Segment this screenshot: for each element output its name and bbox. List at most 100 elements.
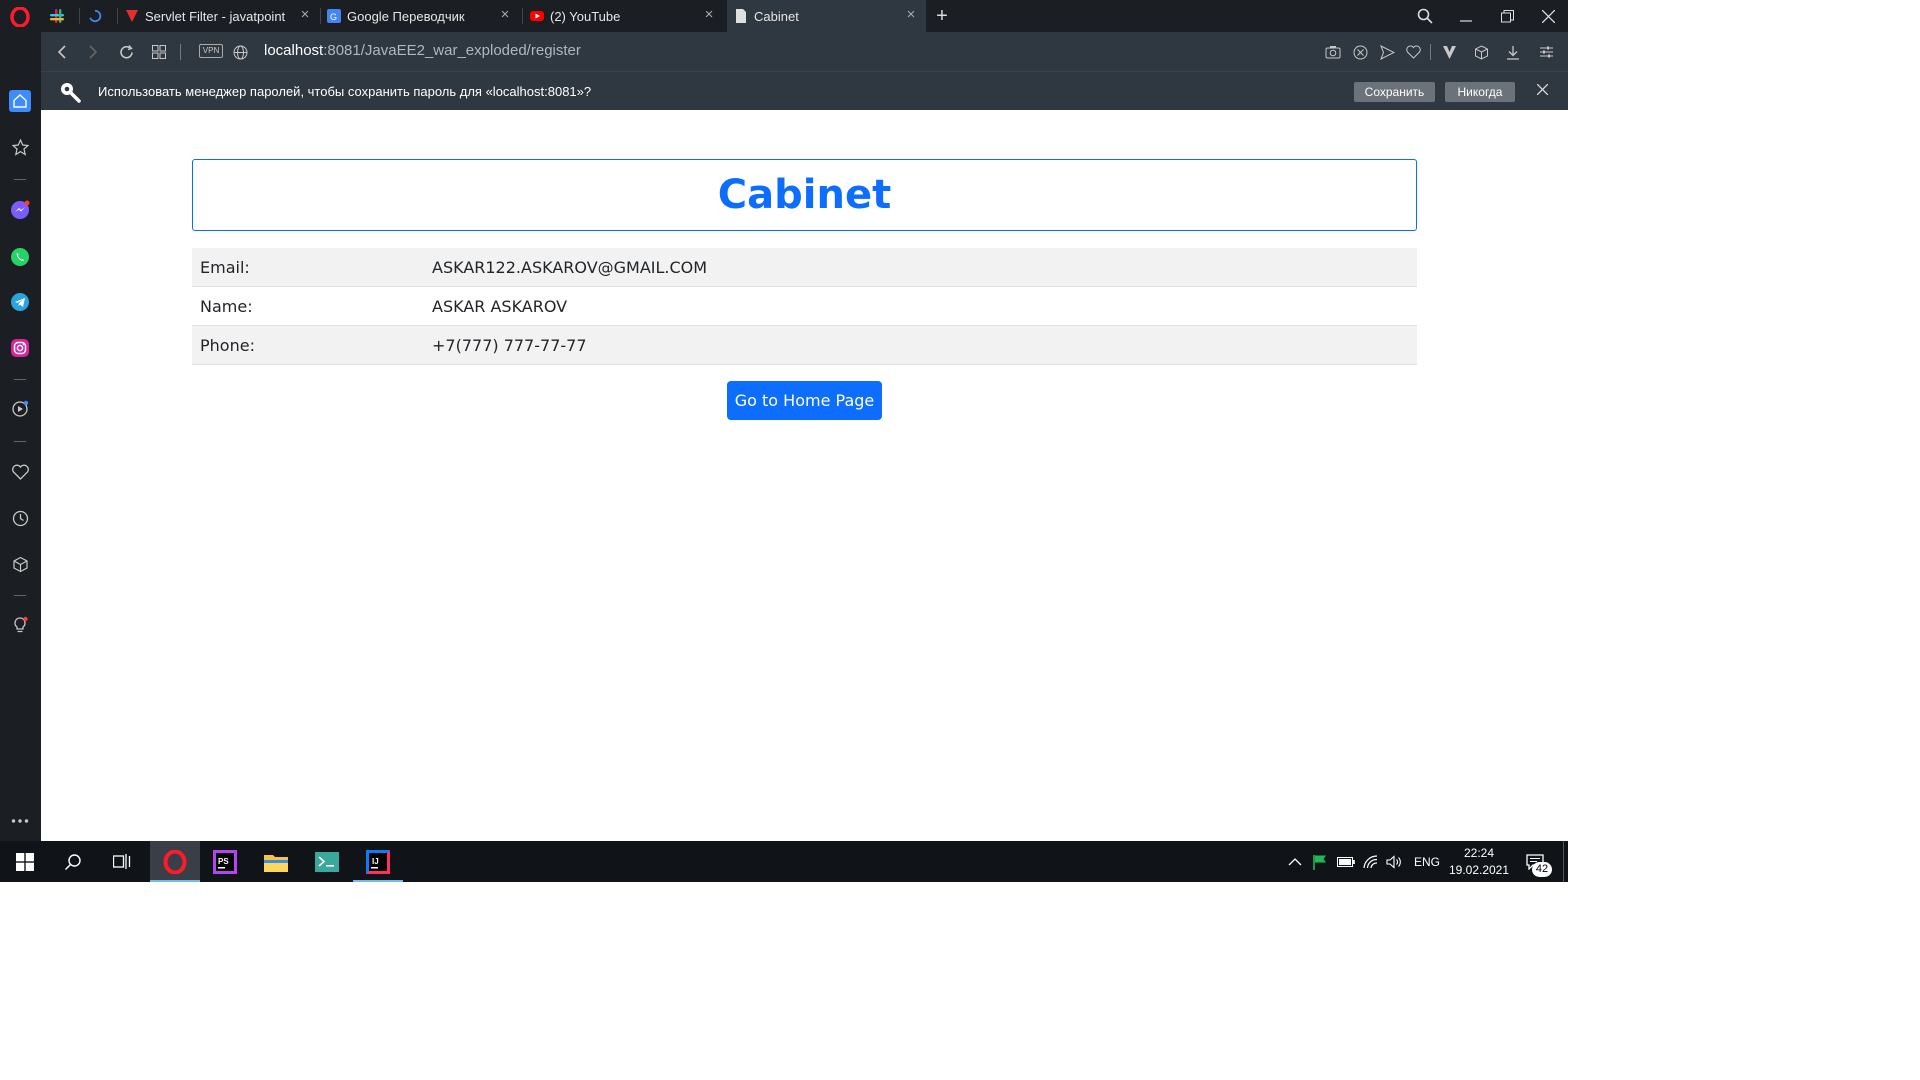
key-icon <box>59 81 81 103</box>
windows-taskbar: PS IJ ENG 22:24 19.02.2021 42 <box>0 841 1568 882</box>
taskbar-terminal-icon[interactable] <box>302 841 352 882</box>
page-title: Cabinet <box>717 172 892 218</box>
speed-dial-icon[interactable] <box>150 43 168 61</box>
instagram-icon[interactable] <box>9 337 31 359</box>
close-icon[interactable] <box>1536 82 1549 100</box>
tab-title: Servlet Filter - javatpoint <box>145 8 286 24</box>
title-card: Cabinet <box>192 159 1417 231</box>
windows-start-icon[interactable] <box>0 841 50 882</box>
my-flow-heart-icon[interactable] <box>9 461 31 483</box>
language-indicator[interactable]: ENG <box>1414 841 1440 882</box>
taskbar-file-explorer-icon[interactable] <box>251 841 301 882</box>
email-label: Email: <box>200 257 250 277</box>
close-tab-icon[interactable]: × <box>298 7 312 22</box>
forward-icon[interactable] <box>84 43 102 61</box>
google-translate-icon: G <box>327 9 341 23</box>
wifi-icon[interactable] <box>1362 841 1378 882</box>
tab-youtube[interactable]: (2) YouTube × <box>530 0 724 32</box>
svg-text:IJ: IJ <box>372 857 379 866</box>
show-hidden-icons-icon[interactable] <box>1288 841 1302 882</box>
extensions-cube-icon[interactable] <box>9 553 31 575</box>
save-password-button[interactable]: Сохранить <box>1354 82 1435 102</box>
download-icon[interactable] <box>1504 43 1522 61</box>
easy-setup-icon[interactable] <box>1537 43 1555 61</box>
email-value: ASKAR122.ASKAROV@GMAIL.COM <box>432 257 708 277</box>
tips-lightbulb-icon[interactable] <box>9 614 31 636</box>
battery-icon[interactable] <box>1337 841 1355 882</box>
url-field[interactable]: localhost:8081/JavaEE2_war_exploded/regi… <box>264 42 581 59</box>
tab-search-icon[interactable] <box>1405 0 1445 32</box>
reload-icon[interactable] <box>117 43 135 61</box>
tab-google-translate[interactable]: G Google Переводчик × <box>327 0 520 32</box>
back-icon[interactable] <box>53 43 71 61</box>
table-row: Email: ASKAR122.ASKAROV@GMAIL.COM <box>192 248 1417 287</box>
youtube-icon <box>530 9 544 23</box>
tab-title: (2) YouTube <box>550 8 621 24</box>
adblock-icon[interactable] <box>1351 43 1369 61</box>
search-icon[interactable] <box>48 841 98 882</box>
home-icon[interactable] <box>9 90 31 112</box>
vpn-badge[interactable]: VPN <box>199 44 223 58</box>
tab-title: Google Переводчик <box>347 8 465 24</box>
clock[interactable]: 22:24 19.02.2021 <box>1446 845 1512 879</box>
telegram-icon[interactable] <box>9 291 31 313</box>
url-path: :8081/JavaEE2_war_exploded/register <box>323 42 581 59</box>
name-label: Name: <box>200 296 253 316</box>
sync-icon <box>88 9 102 23</box>
opera-sidebar <box>0 32 41 841</box>
password-save-bar: Использовать менеджер паролей, чтобы сох… <box>41 71 1568 110</box>
table-row: Phone: +7(777) 777-77-77 <box>192 326 1417 365</box>
messenger-icon[interactable] <box>9 199 31 221</box>
snapshot-icon[interactable] <box>1324 43 1342 61</box>
taskbar-intellij-icon[interactable]: IJ <box>353 841 403 882</box>
phone-label: Phone: <box>200 335 255 355</box>
new-tab-button[interactable]: + <box>932 0 952 32</box>
date: 19.02.2021 <box>1448 863 1510 877</box>
taskbar-phpstorm-icon[interactable]: PS <box>200 841 250 882</box>
url-host: localhost <box>264 42 324 59</box>
go-home-button[interactable]: Go to Home Page <box>727 381 882 420</box>
restore-icon[interactable] <box>1487 0 1527 32</box>
close-tab-icon[interactable]: × <box>904 7 918 22</box>
name-value: ASKAR ASKAROV <box>432 296 568 316</box>
player-icon[interactable] <box>9 398 31 420</box>
send-icon[interactable] <box>1378 43 1396 61</box>
tab-bar: Servlet Filter - javatpoint × G Google П… <box>0 0 1568 32</box>
heart-icon[interactable] <box>1404 43 1422 61</box>
opera-menu-icon[interactable] <box>8 5 32 29</box>
tab-servlet-filter[interactable]: Servlet Filter - javatpoint × <box>125 0 320 32</box>
page-icon <box>734 9 748 23</box>
never-save-button[interactable]: Никогда <box>1445 82 1515 102</box>
extensions-cube-icon[interactable] <box>1472 43 1490 61</box>
minimize-icon[interactable] <box>1446 0 1486 32</box>
pinned-tab-sync[interactable] <box>88 0 110 32</box>
globe-icon[interactable] <box>231 43 249 61</box>
taskbar-opera[interactable] <box>150 841 200 882</box>
javatpoint-icon <box>125 9 139 23</box>
tab-title: Cabinet <box>754 8 799 24</box>
password-prompt-text: Использовать менеджер паролей, чтобы сох… <box>98 84 592 99</box>
history-clock-icon[interactable] <box>9 507 31 529</box>
more-options-icon[interactable] <box>9 810 31 832</box>
profile-table: Email: ASKAR122.ASKAROV@GMAIL.COM Name: … <box>192 248 1417 365</box>
time: 22:24 <box>1463 846 1495 860</box>
flag-icon[interactable] <box>1313 841 1328 882</box>
notification-count-badge: 42 <box>1532 862 1552 877</box>
tab-cabinet[interactable]: Cabinet × <box>727 0 926 32</box>
close-tab-icon[interactable]: × <box>702 7 716 22</box>
slack-icon <box>50 9 64 23</box>
plus-icon: + <box>936 4 948 27</box>
bookmarks-star-icon[interactable] <box>9 136 31 158</box>
pinned-tab-slack[interactable] <box>50 0 72 32</box>
vivaldi-extension-icon[interactable] <box>1440 43 1458 61</box>
close-window-icon[interactable] <box>1528 0 1568 32</box>
web-page: Cabinet Email: ASKAR122.ASKAROV@GMAIL.CO… <box>41 110 1568 841</box>
show-desktop-button[interactable] <box>1563 841 1564 882</box>
volume-icon[interactable] <box>1386 841 1402 882</box>
whatsapp-icon[interactable] <box>9 246 31 268</box>
svg-text:G: G <box>330 12 337 22</box>
close-tab-icon[interactable]: × <box>498 7 512 22</box>
address-bar: VPN localhost:8081/JavaEE2_war_exploded/… <box>41 32 1568 71</box>
task-view-icon[interactable] <box>97 841 147 882</box>
svg-text:PS: PS <box>218 857 229 866</box>
